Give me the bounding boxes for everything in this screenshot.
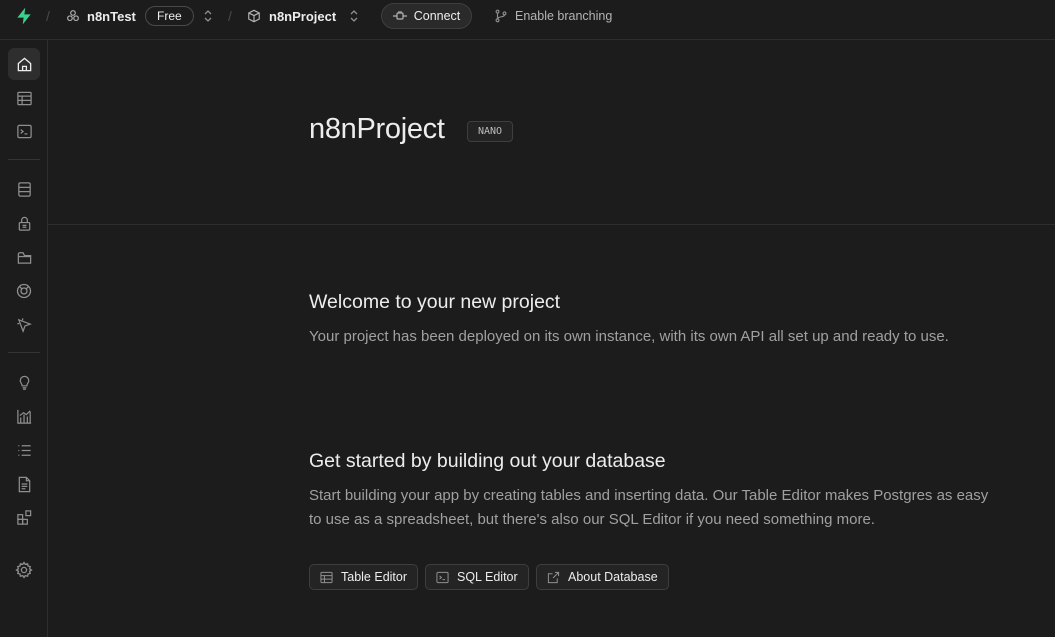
sidebar-item-settings[interactable] <box>8 554 40 586</box>
table-icon <box>16 90 33 107</box>
project-title: n8nProject <box>309 113 445 145</box>
project-name: n8nProject <box>269 8 337 24</box>
welcome-text: Your project has been deployed on its ow… <box>309 328 949 345</box>
enable-branching-button[interactable]: Enable branching <box>494 0 612 32</box>
database-icon <box>16 181 33 198</box>
sidebar-divider <box>8 159 40 160</box>
connect-label: Connect <box>413 9 461 23</box>
chart-icon <box>16 408 33 425</box>
plug-icon <box>392 11 407 21</box>
sidebar-item-realtime[interactable] <box>8 275 40 307</box>
about-database-button[interactable]: About Database <box>536 564 669 590</box>
cube-icon <box>247 9 261 23</box>
sidebar-item-logs[interactable] <box>8 434 40 466</box>
sidebar-item-sql-editor[interactable] <box>8 115 40 147</box>
enable-branching-label: Enable branching <box>515 9 613 23</box>
getting-started-heading: Get started by building out your databas… <box>309 450 666 472</box>
org-switcher-chevron-icon[interactable] <box>203 0 213 32</box>
sidebar-item-reports[interactable] <box>8 400 40 432</box>
realtime-icon <box>15 282 33 300</box>
getting-started-text-line-1: Start building your app by creating tabl… <box>309 487 989 504</box>
sidebar-item-table-editor[interactable] <box>8 82 40 114</box>
list-icon <box>16 442 33 459</box>
getting-started-text-line-2: to use as a spreadsheet, but there's als… <box>309 511 875 528</box>
terminal-icon <box>436 571 449 584</box>
tier-badge: NANO <box>467 121 514 142</box>
table-icon <box>320 571 333 584</box>
connect-button[interactable]: Connect <box>381 3 472 29</box>
sidebar-divider <box>8 352 40 353</box>
section-divider <box>48 224 1055 225</box>
integrations-icon <box>16 509 33 526</box>
table-editor-label: Table Editor <box>341 570 408 584</box>
about-database-label: About Database <box>568 570 658 584</box>
folder-icon <box>16 249 33 266</box>
org-selector[interactable]: n8nTest <box>66 0 136 32</box>
sidebar-item-database[interactable] <box>8 173 40 205</box>
welcome-heading: Welcome to your new project <box>309 291 561 313</box>
top-bar: / n8nTest Free / n8nProject Connect Enab… <box>0 0 1055 40</box>
lightbulb-icon <box>16 374 33 391</box>
terminal-icon <box>16 123 33 140</box>
external-link-icon <box>547 571 560 584</box>
sidebar-item-integrations[interactable] <box>8 501 40 533</box>
supabase-logo-icon[interactable] <box>14 4 36 28</box>
project-selector[interactable]: n8nProject <box>247 0 336 32</box>
sidebar-item-advisors[interactable] <box>8 366 40 398</box>
sidebar-item-home[interactable] <box>8 48 40 80</box>
sidebar-item-authentication[interactable] <box>8 207 40 239</box>
sidebar <box>0 40 48 637</box>
gear-icon <box>15 561 33 579</box>
document-icon <box>16 476 33 493</box>
breadcrumb-separator: / <box>46 8 50 24</box>
sql-editor-label: SQL Editor <box>457 570 518 584</box>
git-branch-icon <box>494 9 508 23</box>
sidebar-item-storage[interactable] <box>8 241 40 273</box>
org-icon <box>66 9 80 23</box>
sidebar-item-edge-functions[interactable] <box>8 309 40 341</box>
sql-editor-button[interactable]: SQL Editor <box>425 564 529 590</box>
sidebar-item-api-docs[interactable] <box>8 468 40 500</box>
lock-icon <box>16 215 33 232</box>
org-name: n8nTest <box>87 8 136 24</box>
table-editor-button[interactable]: Table Editor <box>309 564 419 590</box>
main-content: n8nProject NANO Welcome to your new proj… <box>48 40 1055 637</box>
breadcrumb-separator: / <box>228 8 232 24</box>
home-icon <box>16 56 33 73</box>
cursor-icon <box>16 317 33 334</box>
plan-badge: Free <box>145 6 194 26</box>
project-switcher-chevron-icon[interactable] <box>349 0 359 32</box>
